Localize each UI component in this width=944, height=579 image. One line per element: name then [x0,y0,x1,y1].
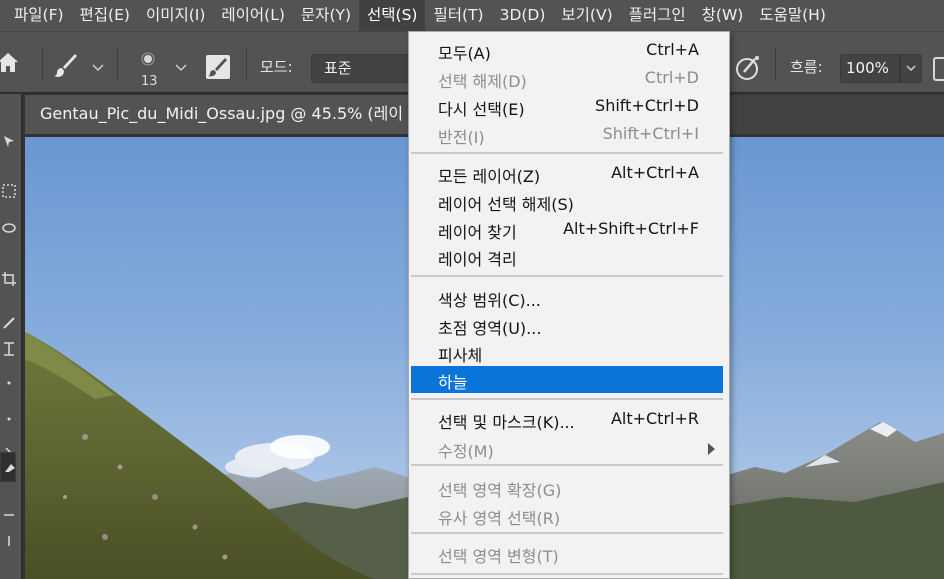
menu-separator [411,275,723,277]
select-menu-dropdown: 모두(A) Ctrl+A 선택 해제(D) Ctrl+D 다시 선택(E) Sh… [408,31,730,579]
menu-item-isolate-layers[interactable]: 레이어 격리 [411,243,723,269]
menu-separator [411,464,723,466]
menu-item-modify[interactable]: 수정(M) [411,435,723,461]
menu-item-label: 모두(A) [438,44,491,63]
menu-item-label: 피사체 [438,346,483,365]
menu-item-label: 색상 범위(C)... [438,291,541,310]
mode-select[interactable]: 표준 [311,54,421,83]
menu-item-grow[interactable]: 선택 영역 확장(G) [411,474,723,500]
menu-type[interactable]: 문자(Y) [293,0,359,31]
home-icon[interactable] [0,52,20,74]
brush-tool-sidebar-icon[interactable] [2,412,16,426]
brush-tip-icon[interactable] [141,52,155,66]
brush-settings-icon[interactable] [205,54,231,80]
menu-item-label: 유사 영역 선택(R) [438,509,561,528]
menu-window[interactable]: 창(W) [694,0,752,31]
menu-item-label: 선택 및 마스크(K)... [438,413,575,432]
chevron-down-icon[interactable] [92,64,104,72]
menu-item-transform-selection[interactable]: 선택 영역 변형(T) [411,540,723,566]
menu-item-select-all[interactable]: 모두(A) Ctrl+A [411,37,723,63]
menu-separator [411,398,723,400]
menu-filter[interactable]: 필터(T) [425,0,491,31]
blur-tool-icon[interactable] [2,534,16,548]
document-tab[interactable]: Gentau_Pic_du_Midi_Ossau.jpg @ 45.5% (레이 [25,95,415,134]
menu-item-label: 선택 영역 확장(G) [438,481,562,500]
frame-tool-icon[interactable] [2,342,16,356]
lasso-tool-icon[interactable] [2,222,16,236]
menu-item-label: 초점 영역(U)... [438,319,542,338]
flow-input[interactable]: 100% [840,54,900,83]
menu-help[interactable]: 도움말(H) [751,0,834,31]
menu-view[interactable]: 보기(V) [553,0,620,31]
menu-item-color-range[interactable]: 색상 범위(C)... [411,284,723,310]
menu-select[interactable]: 선택(S) [359,0,426,31]
brush-angle-icon[interactable] [932,56,944,82]
options-separator [246,48,247,80]
menu-item-shortcut: Alt+Shift+Ctrl+F [563,219,699,238]
options-separator [117,48,118,80]
chevron-down-icon[interactable] [175,64,187,72]
menu-item-label: 모든 레이어(Z) [438,167,541,186]
menu-item-shortcut: Ctrl+D [644,68,699,87]
menu-bar: 파일(F) 편집(E) 이미지(I) 레이어(L) 문자(Y) 선택(S) 필터… [0,0,944,31]
mode-label: 모드: [260,58,293,76]
menu-item-find-layers[interactable]: 레이어 찾기 Alt+Shift+Ctrl+F [411,216,723,242]
menu-plugins[interactable]: 플러그인 [621,0,694,31]
menu-item-all-layers[interactable]: 모든 레이어(Z) Alt+Ctrl+A [411,160,723,186]
menu-item-label: 선택 영역 변형(T) [438,547,559,566]
airbrush-icon[interactable] [734,54,762,82]
menu-item-deselect[interactable]: 선택 해제(D) Ctrl+D [411,65,723,91]
menu-item-sky[interactable]: 하늘 [411,366,723,393]
submenu-arrow-icon [708,443,715,455]
menu-item-shortcut: Ctrl+A [646,40,699,59]
menu-separator [411,573,723,575]
menu-item-focus-area[interactable]: 초점 영역(U)... [411,312,723,338]
menu-image[interactable]: 이미지(I) [138,0,213,31]
menu-file[interactable]: 파일(F) [6,0,72,31]
menu-item-label: 수정(M) [438,442,494,461]
menu-item-label: 반전(I) [438,128,485,147]
menu-item-similar[interactable]: 유사 영역 선택(R) [411,502,723,528]
menu-item-label: 선택 해제(D) [438,72,527,91]
menu-item-label: 레이어 찾기 [438,223,517,242]
tools-panel [0,94,22,579]
brush-size-value: 13 [141,74,158,89]
crop-tool-icon[interactable] [2,272,16,286]
menu-3d[interactable]: 3D(D) [492,0,554,31]
menu-item-label: 레이어 선택 해제(S) [438,195,574,214]
menu-edit[interactable]: 편집(E) [72,0,138,31]
menu-separator [411,532,723,534]
flow-dropdown-button[interactable] [900,54,922,83]
menu-separator [411,152,723,154]
options-separator [42,48,43,80]
menu-item-label: 하늘 [438,373,468,392]
move-tool-icon[interactable] [2,134,16,148]
options-separator [775,48,776,80]
menu-item-deselect-layers[interactable]: 레이어 선택 해제(S) [411,188,723,214]
menu-item-label: 다시 선택(E) [438,100,525,119]
menu-item-label: 레이어 격리 [438,250,517,269]
menu-item-shortcut: Shift+Ctrl+D [595,96,699,115]
marquee-tool-icon[interactable] [2,184,16,198]
gradient-tool-icon[interactable] [2,508,16,522]
menu-item-select-and-mask[interactable]: 선택 및 마스크(K)... Alt+Ctrl+R [411,406,723,432]
menu-item-inverse[interactable]: 반전(I) Shift+Ctrl+I [411,121,723,147]
flow-label: 흐름: [790,58,823,76]
menu-item-reselect[interactable]: 다시 선택(E) Shift+Ctrl+D [411,93,723,119]
chevron-down-icon [906,65,916,72]
menu-item-shortcut: Shift+Ctrl+I [602,124,699,143]
menu-layer[interactable]: 레이어(L) [213,0,293,31]
brush-tool-icon[interactable] [52,52,78,78]
active-tool-slot[interactable] [0,452,16,482]
menu-item-subject[interactable]: 피사체 [411,339,723,365]
menu-item-shortcut: Alt+Ctrl+A [611,163,699,182]
healing-tool-icon[interactable] [2,376,16,390]
eyedropper-tool-icon[interactable] [2,316,16,330]
menu-item-shortcut: Alt+Ctrl+R [610,409,699,428]
eraser-tool-icon [5,464,15,472]
